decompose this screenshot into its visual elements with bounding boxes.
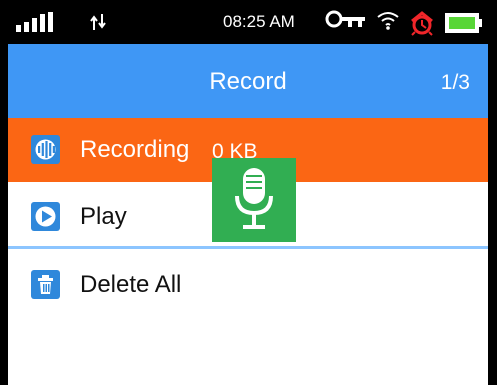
status-time: 08:25 AM: [223, 12, 295, 31]
delete-all-menu-item[interactable]: Delete All: [8, 253, 488, 317]
alarm-clock-icon: [408, 8, 436, 41]
app-header: Record 1/3: [8, 44, 488, 118]
phone-screen: 08:25 AM Record 1/3 Recording 0 KB Play …: [8, 0, 488, 385]
microphone-icon: [235, 168, 273, 229]
page-title: Record: [209, 68, 287, 95]
play-label: Play: [80, 203, 127, 230]
recording-label: Recording: [80, 136, 190, 163]
play-icon: [31, 202, 60, 231]
recording-indicator: [212, 158, 296, 242]
wifi-icon: [376, 8, 400, 37]
key-icon: [325, 10, 367, 37]
delete-all-label: Delete All: [80, 271, 182, 298]
data-transfer-icon: [90, 12, 106, 37]
page-indicator: 1/3: [440, 71, 470, 94]
battery-icon: [445, 13, 483, 38]
audio-wave-icon: [31, 135, 60, 164]
phone-device: 08:25 AM Record 1/3 Recording 0 KB Play …: [0, 0, 497, 385]
status-bar: 08:25 AM: [8, 0, 488, 44]
empty-list-area: [8, 310, 488, 385]
signal-strength-icon: [16, 12, 70, 39]
trash-icon: [31, 270, 60, 299]
